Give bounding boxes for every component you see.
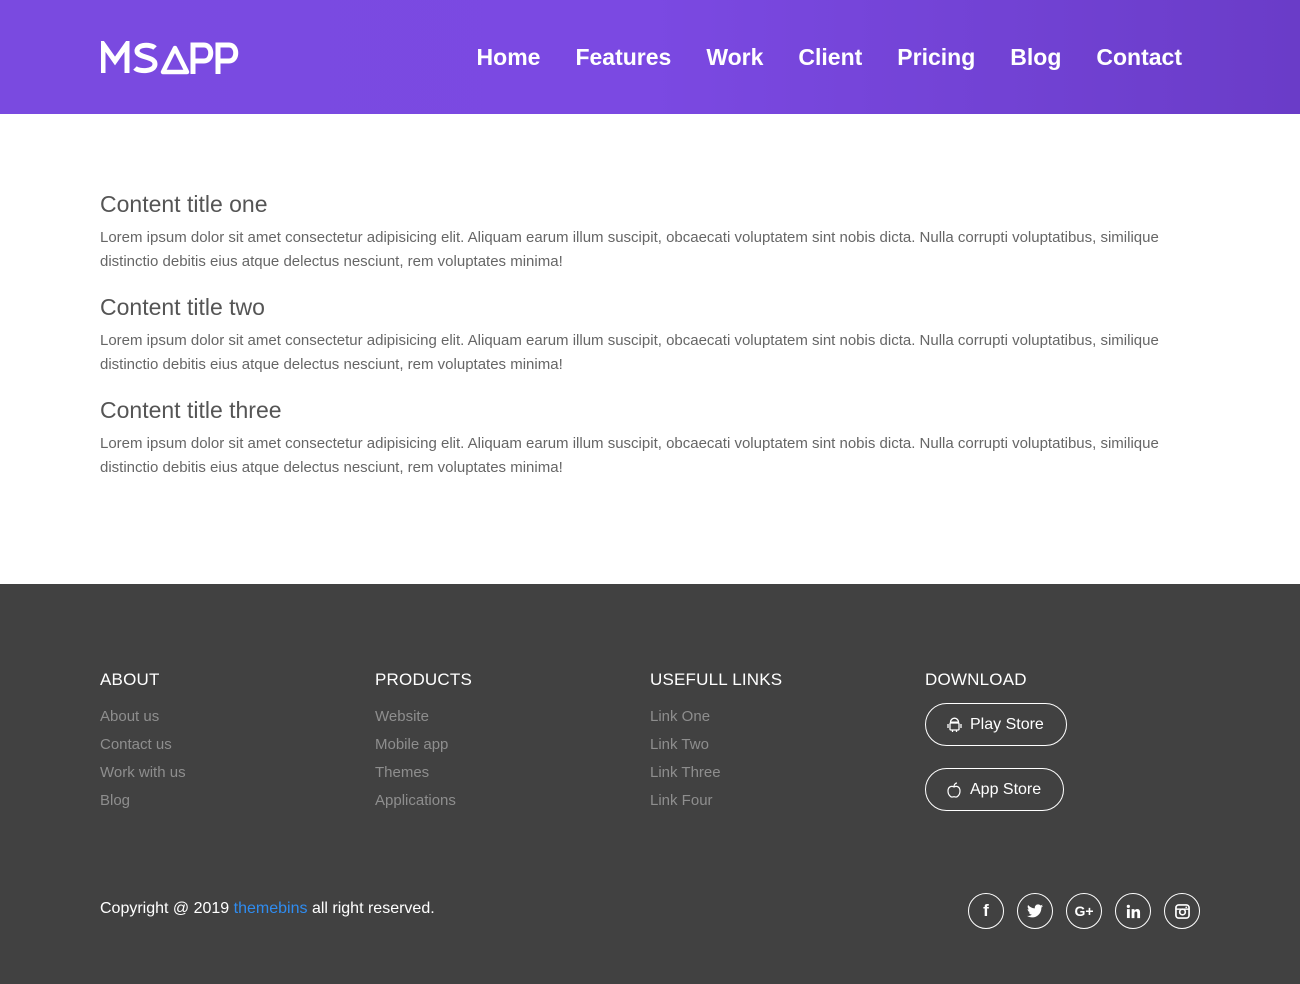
play-store-button[interactable]: Play Store — [925, 703, 1067, 746]
twitter-glyph — [1027, 904, 1043, 918]
footer-heading: ABOUT — [100, 670, 160, 689]
nav-client[interactable]: Client — [798, 40, 862, 74]
site-footer: ABOUT About us Contact us Work with us B… — [0, 584, 1300, 984]
instagram-icon[interactable] — [1164, 893, 1200, 929]
content-title: Content title two — [100, 294, 265, 320]
footer-heading: USEFULL LINKS — [650, 670, 783, 689]
content-title: Content title one — [100, 191, 268, 217]
footer-link-themes[interactable]: Themes — [375, 764, 429, 781]
footer-link-blog[interactable]: Blog — [100, 792, 130, 809]
logo[interactable] — [100, 38, 242, 78]
footer-link-contact-us[interactable]: Contact us — [100, 736, 172, 753]
app-store-button[interactable]: App Store — [925, 768, 1065, 811]
linkedin-icon[interactable] — [1115, 893, 1151, 929]
content-text: Lorem ipsum dolor sit amet consectetur a… — [100, 332, 1159, 373]
footer-heading: PRODUCTS — [375, 670, 472, 689]
logo-mark — [101, 41, 239, 75]
footer-link-applications[interactable]: Applications — [375, 792, 456, 809]
twitter-icon[interactable] — [1017, 893, 1053, 929]
social-links: f G+ — [968, 893, 1200, 929]
nav-features[interactable]: Features — [575, 40, 671, 74]
play-store-label: Play Store — [970, 715, 1044, 733]
nav-pricing[interactable]: Pricing — [897, 40, 975, 74]
apple-icon — [946, 781, 962, 798]
main-nav: Home Features Work Client Pricing Blog C… — [477, 40, 1182, 74]
content-title: Content title three — [100, 397, 282, 423]
google-plus-icon[interactable]: G+ — [1066, 893, 1102, 929]
app-store-label: App Store — [970, 780, 1042, 798]
nav-blog[interactable]: Blog — [1010, 40, 1061, 74]
nav-contact[interactable]: Contact — [1096, 40, 1182, 74]
footer-link-two[interactable]: Link Two — [650, 736, 709, 753]
footer-heading: DOWNLOAD — [925, 670, 1027, 689]
footer-link-four[interactable]: Link Four — [650, 792, 713, 809]
copyright-prefix: Copyright @ 2019 — [100, 900, 230, 917]
android-icon — [946, 717, 962, 733]
nav-work[interactable]: Work — [706, 40, 763, 74]
footer-link-work-with-us[interactable]: Work with us — [100, 764, 186, 781]
copyright-suffix: all right reserved. — [311, 900, 435, 917]
footer-products: PRODUCTS Website Mobile app Themes Appli… — [375, 668, 635, 815]
linkedin-glyph — [1126, 904, 1140, 918]
footer-about: ABOUT About us Contact us Work with us B… — [100, 668, 360, 815]
footer-link-three[interactable]: Link Three — [650, 764, 721, 781]
footer-link-mobile-app[interactable]: Mobile app — [375, 736, 448, 753]
site-header: Home Features Work Client Pricing Blog C… — [0, 0, 1300, 114]
copyright: Copyright @ 2019 themebins all right res… — [100, 898, 435, 920]
footer-useful-links: USEFULL LINKS Link One Link Two Link Thr… — [650, 668, 910, 815]
facebook-glyph: f — [983, 901, 989, 920]
content-section: Content title one Lorem ipsum dolor sit … — [100, 188, 1200, 274]
footer-link-one[interactable]: Link One — [650, 708, 710, 725]
footer-link-website[interactable]: Website — [375, 708, 429, 725]
footer-download: DOWNLOAD Play Store App Store — [925, 668, 1185, 833]
content-text: Lorem ipsum dolor sit amet consectetur a… — [100, 229, 1159, 270]
content-section: Content title three Lorem ipsum dolor si… — [100, 394, 1200, 480]
nav-home[interactable]: Home — [477, 40, 541, 74]
content-text: Lorem ipsum dolor sit amet consectetur a… — [100, 435, 1159, 476]
content-section: Content title two Lorem ipsum dolor sit … — [100, 291, 1200, 377]
instagram-glyph — [1174, 903, 1190, 919]
footer-link-about-us[interactable]: About us — [100, 708, 159, 725]
themebins-link[interactable]: themebins — [234, 900, 308, 917]
google-plus-glyph: G+ — [1074, 903, 1094, 919]
main-content: Content title one Lorem ipsum dolor sit … — [100, 188, 1200, 497]
facebook-icon[interactable]: f — [968, 893, 1004, 929]
